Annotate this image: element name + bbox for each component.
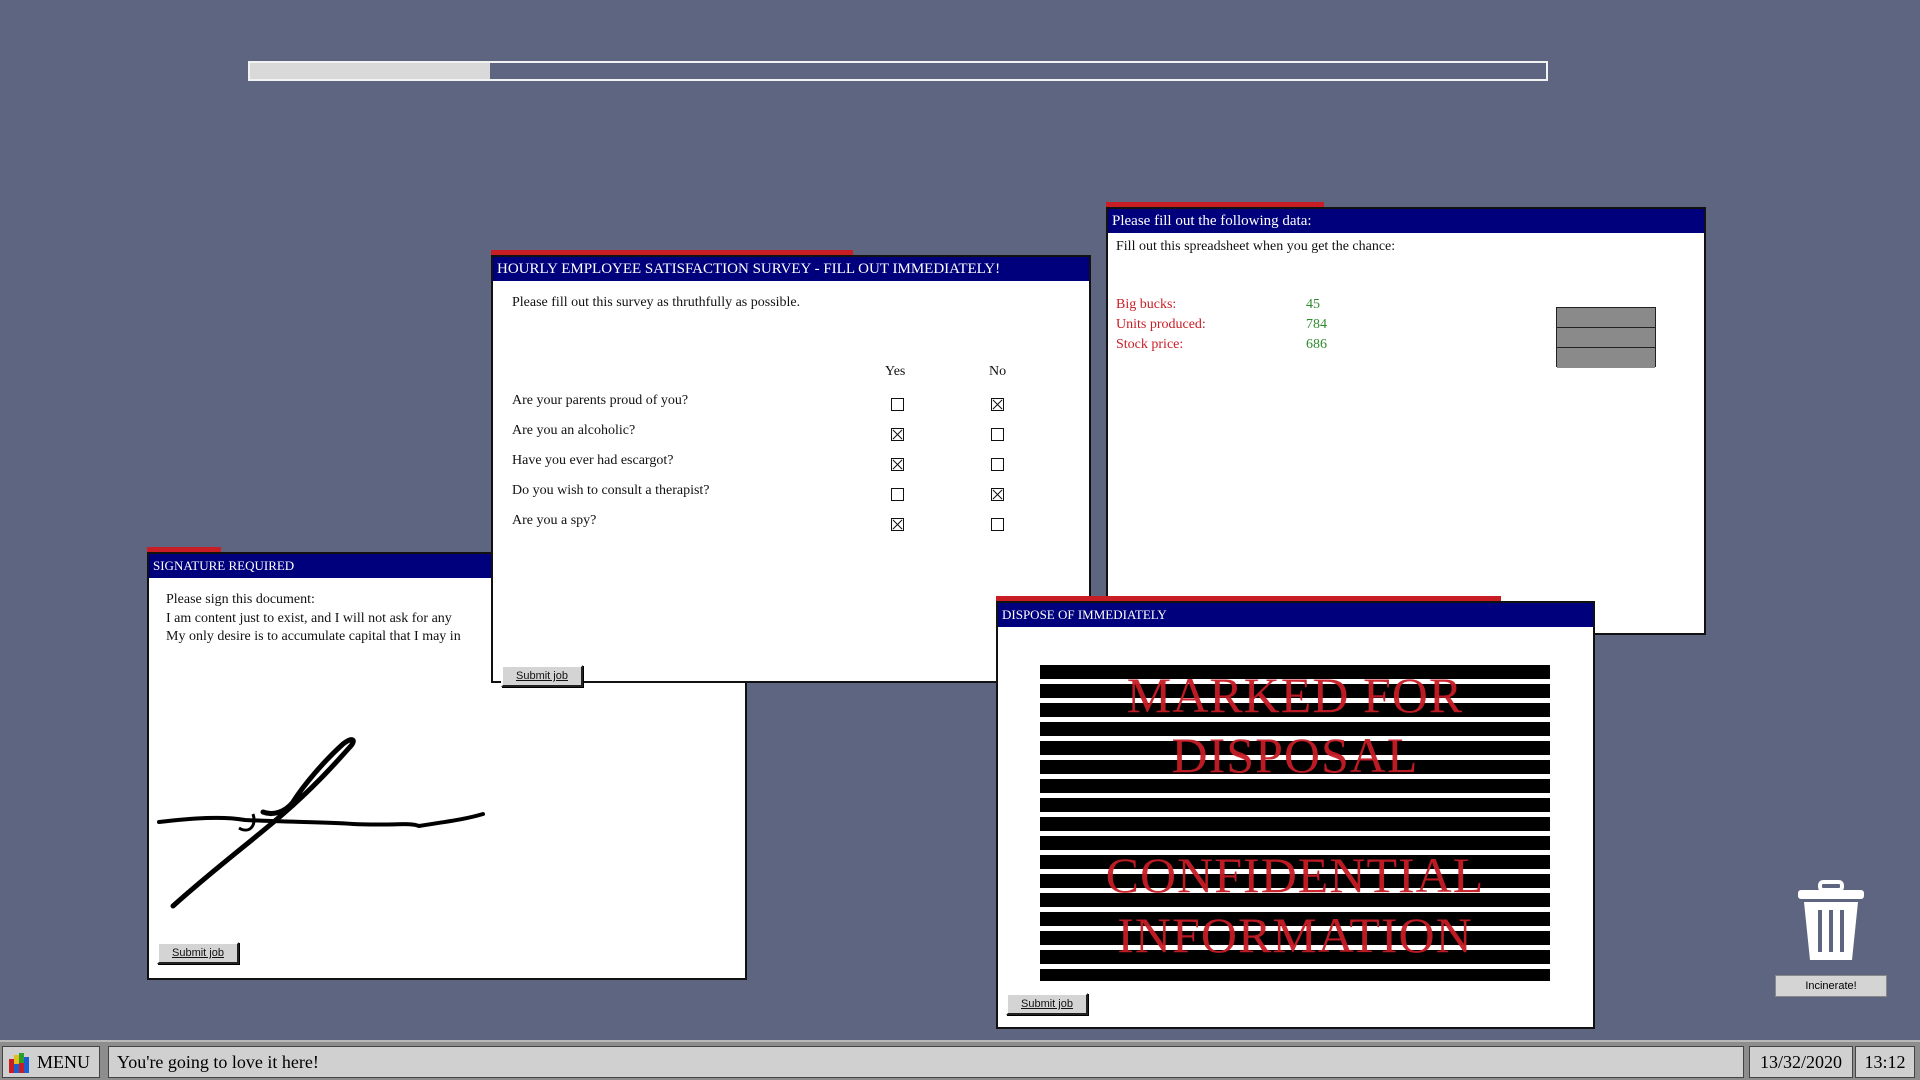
input-cell[interactable] <box>1557 328 1655 348</box>
data-instruction: Fill out this spreadsheet when you get t… <box>1116 239 1396 254</box>
yes-checkbox[interactable] <box>891 398 904 411</box>
confidential-stamp-line-1: CONFIDENTIAL <box>1105 847 1485 903</box>
menu-label: MENU <box>37 1052 90 1072</box>
data-label: Big bucks: <box>1116 297 1177 312</box>
yes-checkbox[interactable] <box>891 488 904 501</box>
data-value: 686 <box>1306 337 1327 352</box>
no-checkbox[interactable] <box>991 428 1004 441</box>
survey-intro: Please fill out this survey as thruthful… <box>512 295 801 310</box>
no-checkbox[interactable] <box>991 398 1004 411</box>
window-title[interactable]: DISPOSE OF IMMEDIATELY <box>998 603 1593 627</box>
status-message: You're going to love it here! <box>108 1046 1744 1078</box>
disposal-stamp-line-2: DISPOSAL <box>1171 727 1419 783</box>
yes-checkbox[interactable] <box>891 428 904 441</box>
progress-fill <box>250 63 490 79</box>
menu-button[interactable]: MENU <box>2 1046 100 1078</box>
yes-checkbox[interactable] <box>891 518 904 531</box>
document-line-1: I am content just to exist, and I will n… <box>166 611 452 626</box>
data-value: 45 <box>1306 297 1320 312</box>
no-checkbox[interactable] <box>991 458 1004 471</box>
data-value: 784 <box>1306 317 1327 332</box>
document-line-2: My only desire is to accumulate capital … <box>166 629 461 644</box>
input-cell[interactable] <box>1557 308 1655 328</box>
no-checkbox[interactable] <box>991 488 1004 501</box>
survey-question: Do you wish to consult a therapist? <box>512 483 710 498</box>
taskbar: MENU You're going to love it here! 13/32… <box>0 1040 1920 1080</box>
window-accent <box>996 596 1501 601</box>
window-title[interactable]: HOURLY EMPLOYEE SATISFACTION SURVEY - FI… <box>493 257 1089 281</box>
progress-bar <box>248 61 1548 81</box>
dispose-window: DISPOSE OF IMMEDIATELY MARKED FOR DISPOS… <box>996 596 1595 1029</box>
survey-question: Have you ever had escargot? <box>512 453 674 468</box>
incinerate-button[interactable]: Incinerate! <box>1775 975 1887 997</box>
clock-time: 13:12 <box>1855 1046 1915 1078</box>
data-label: Units produced: <box>1116 317 1206 332</box>
survey-question: Are you an alcoholic? <box>512 423 636 438</box>
signature-area[interactable] <box>153 730 573 930</box>
confidential-stamp-line-2: INFORMATION <box>1117 907 1473 963</box>
menu-logo-icon <box>9 1053 29 1073</box>
window-accent <box>1106 202 1324 207</box>
sign-instruction: Please sign this document: <box>166 592 315 607</box>
yes-checkbox[interactable] <box>891 458 904 471</box>
survey-question: Are your parents proud of you? <box>512 393 689 408</box>
submit-button[interactable]: Submit job <box>1006 993 1088 1015</box>
survey-question: Are you a spy? <box>512 513 597 528</box>
no-checkbox[interactable] <box>991 518 1004 531</box>
column-no-header: No <box>989 364 1007 379</box>
window-accent <box>491 250 853 255</box>
input-cell[interactable] <box>1557 348 1655 368</box>
data-label: Stock price: <box>1116 337 1184 352</box>
submit-button[interactable]: Submit job <box>501 665 583 687</box>
trash-can-icon[interactable] <box>1794 880 1868 962</box>
clock-date: 13/32/2020 <box>1749 1046 1853 1078</box>
spreadsheet-input-cells[interactable] <box>1556 307 1656 368</box>
window-accent <box>147 547 221 552</box>
window-title[interactable]: Please fill out the following data: <box>1108 209 1704 233</box>
column-yes-header: Yes <box>885 364 906 379</box>
disposal-stamp-line-1: MARKED FOR <box>1126 667 1464 723</box>
submit-button[interactable]: Submit job <box>157 942 239 964</box>
data-window: Please fill out the following data: Fill… <box>1106 202 1706 635</box>
